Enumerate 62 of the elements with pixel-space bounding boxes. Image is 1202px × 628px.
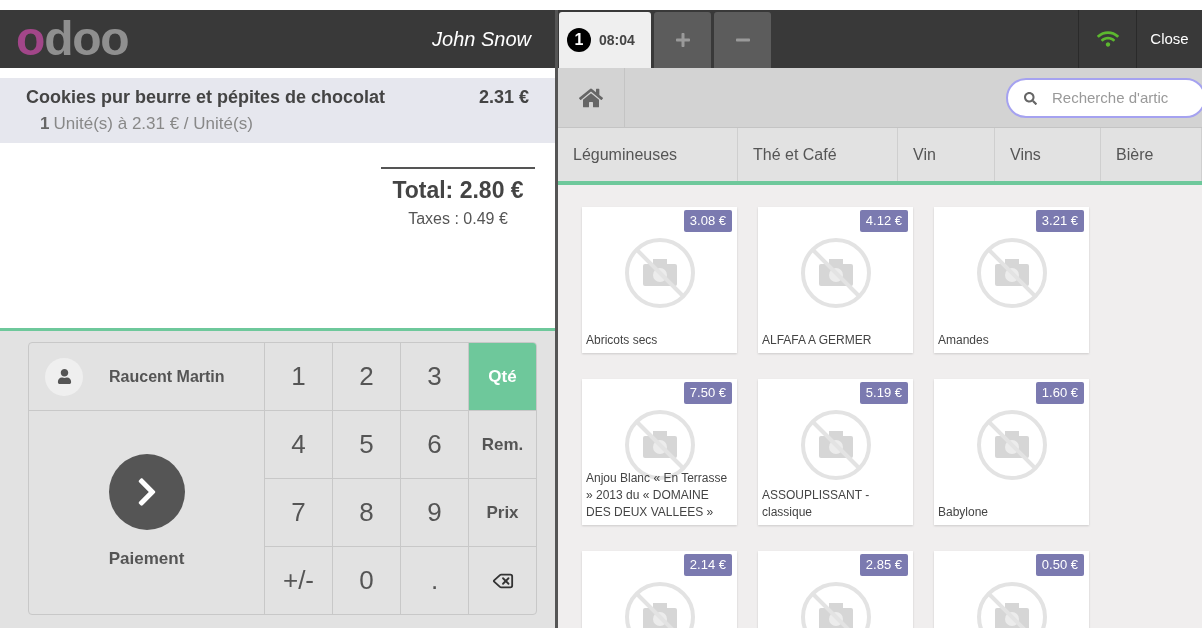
price-tag: 2.85 €	[859, 554, 908, 576]
product-card[interactable]: 2.85 €	[758, 551, 913, 628]
user-icon	[45, 357, 83, 396]
mode-button[interactable]: Prix	[469, 479, 536, 547]
no-photo-icon	[799, 237, 872, 309]
logo: odoo	[16, 15, 129, 63]
search-icon	[1024, 91, 1037, 105]
product-name: ASSOUPLISSANT - classique	[761, 487, 871, 521]
no-photo-icon	[799, 409, 872, 481]
no-photo-icon	[975, 409, 1048, 481]
price-tag: 0.50 €	[1035, 554, 1084, 576]
product-name: Abricots secs	[585, 332, 659, 349]
product-card[interactable]: 2.14 €	[582, 551, 737, 628]
price-tag: 1.60 €	[1035, 382, 1084, 404]
product-name: ALFAFA A GERMER	[761, 332, 873, 349]
category-button[interactable]: Légumineuses	[558, 128, 738, 181]
price-tag: 4.12 €	[859, 210, 908, 232]
category-button[interactable]: Thé et Café	[738, 128, 898, 181]
price-tag: 2.14 €	[683, 554, 732, 576]
price-tag: 3.08 €	[683, 210, 732, 232]
order-taxes: Taxes : 0.49 €	[408, 209, 508, 229]
numpad-key[interactable]: 9	[401, 479, 469, 547]
plus-icon	[674, 32, 691, 48]
line-detail: Unité(s) à 2.31 € / Unité(s)	[53, 113, 253, 135]
product-card[interactable]: 0.50 €	[934, 551, 1089, 628]
price-tag: 7.50 €	[683, 382, 732, 404]
product-card[interactable]: 7.50 € Anjou Blanc « En Terrasse » 2013 du « DOMAINE DES DEUX VALLEES »	[582, 379, 737, 525]
customer-button[interactable]: Raucent Martin	[29, 343, 264, 411]
numpad-key[interactable]: 8	[333, 479, 401, 547]
line-quantity: 1	[40, 113, 50, 135]
numpad-key[interactable]: 2	[333, 343, 401, 411]
product-card[interactable]: 5.19 € ASSOUPLISSANT - classique	[758, 379, 913, 525]
no-photo-icon	[975, 237, 1048, 309]
product-card[interactable]: 3.08 € Abricots secs	[582, 207, 737, 353]
numpad-key[interactable]: .	[401, 547, 469, 614]
product-name: Babylone	[937, 504, 990, 521]
order-tab[interactable]: 1 08:04	[559, 12, 651, 68]
category-button[interactable]: Vins	[995, 128, 1101, 181]
numpad-key[interactable]: 1	[265, 343, 333, 411]
line-price: 2.31 €	[478, 86, 529, 109]
no-photo-icon	[623, 237, 696, 309]
numpad-key[interactable]: 5	[333, 411, 401, 479]
user-name[interactable]: John Snow	[432, 24, 531, 54]
product-name: Amandes	[937, 332, 990, 349]
product-name: Anjou Blanc « En Terrasse » 2013 du « DOMAINE DES DEUX VALLEES »	[585, 470, 729, 521]
numpad-key[interactable]: 0	[333, 547, 401, 614]
category-button[interactable]: Bière	[1101, 128, 1202, 181]
order-total: Total: 2.80 €	[392, 175, 524, 205]
mode-button[interactable]: Rem.	[469, 411, 536, 479]
product-card[interactable]: 4.12 € ALFAFA A GERMER	[758, 207, 913, 353]
search-field[interactable]: Recherche d'artic	[1006, 77, 1202, 118]
price-tag: 3.21 €	[1035, 210, 1084, 232]
product-card[interactable]: 3.21 € Amandes	[934, 207, 1089, 353]
numpad-key[interactable]: 7	[265, 479, 333, 547]
product-card[interactable]: 1.60 € Babylone	[934, 379, 1089, 525]
category-button[interactable]: Vin	[898, 128, 995, 181]
price-tag: 5.19 €	[859, 382, 908, 404]
numpad-key[interactable]: +/-	[265, 547, 333, 614]
product-name: Cookies pur beurre et pépites de chocolat	[26, 86, 386, 109]
numpad-key[interactable]: 6	[401, 411, 469, 479]
numpad-key[interactable]: 4	[265, 411, 333, 479]
payment-button[interactable]: Paiement	[29, 411, 264, 614]
